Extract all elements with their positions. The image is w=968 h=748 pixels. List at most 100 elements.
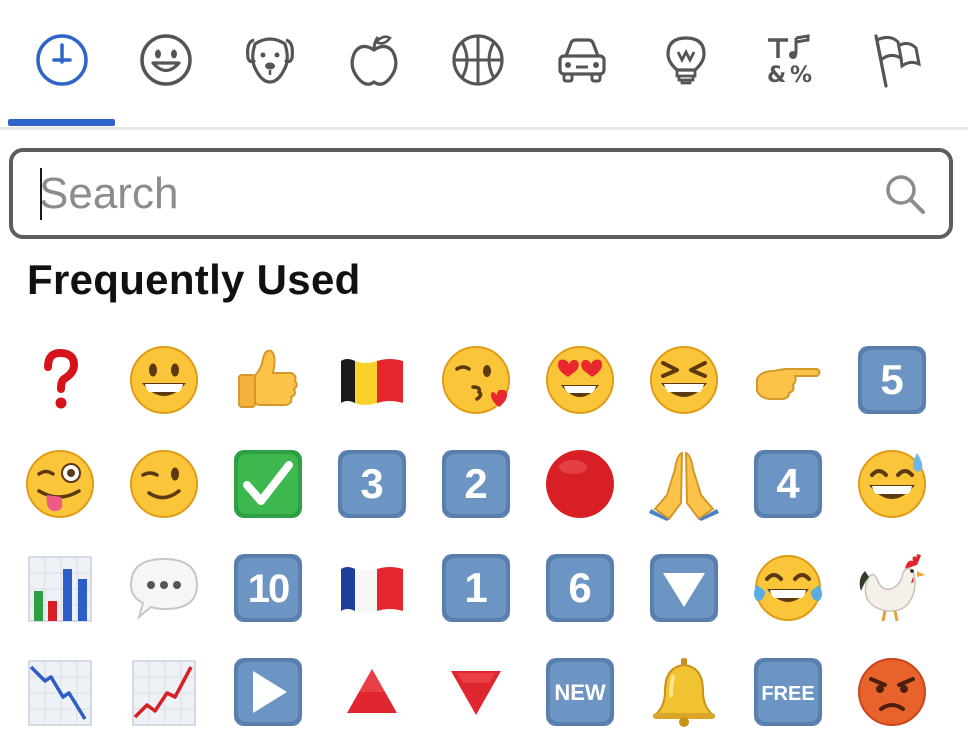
clock-icon bbox=[36, 34, 88, 86]
keycap-label: NEW bbox=[554, 680, 606, 705]
emoji-face-blowing-kiss[interactable] bbox=[424, 330, 528, 430]
red-circle-icon bbox=[546, 450, 614, 518]
emoji-backhand-pointing-right[interactable] bbox=[736, 330, 840, 430]
emoji-check-mark-button[interactable] bbox=[216, 434, 320, 534]
section-title: Frequently Used bbox=[27, 256, 361, 303]
emoji-play-button[interactable] bbox=[216, 642, 320, 742]
emoji-keycap-4[interactable]: 4 bbox=[736, 434, 840, 534]
emoji-keycap-5[interactable]: 5 bbox=[840, 330, 944, 430]
keycap-4-icon: 4 bbox=[754, 450, 822, 518]
emoji-winking-face[interactable] bbox=[112, 434, 216, 534]
bell-icon bbox=[652, 658, 716, 727]
emoji-flag-belgium[interactable] bbox=[320, 330, 424, 430]
emoji-pouting-face[interactable] bbox=[840, 642, 944, 742]
category-tab-bar: &% bbox=[0, 0, 968, 130]
emoji-flag-france[interactable] bbox=[320, 538, 424, 638]
bar-chart-icon bbox=[28, 556, 92, 622]
emoji-keycap-3[interactable]: 3 bbox=[320, 434, 424, 534]
apple-icon bbox=[350, 35, 398, 86]
check-mark-button-icon bbox=[234, 450, 302, 518]
free-button-icon: FREE bbox=[754, 658, 822, 726]
keycap-10-icon: 10 bbox=[234, 554, 302, 622]
emoji-grid: 5 3 2 4 10 1 6 NEW FREE bbox=[8, 330, 960, 748]
pouting-face-icon bbox=[858, 658, 926, 726]
emoji-keycap-2[interactable]: 2 bbox=[424, 434, 528, 534]
emoji-rooster[interactable] bbox=[840, 538, 944, 638]
grinning-squinting-icon bbox=[650, 346, 718, 414]
tab-objects[interactable] bbox=[634, 18, 738, 102]
tab-smileys-people[interactable] bbox=[114, 18, 218, 102]
france-flag-icon bbox=[341, 567, 403, 613]
emoji-downwards-button[interactable] bbox=[632, 538, 736, 638]
emoji-red-question-mark[interactable] bbox=[8, 330, 112, 430]
pointing-right-icon bbox=[756, 368, 821, 400]
keycap-label: FREE bbox=[761, 683, 814, 705]
tab-animals-nature[interactable] bbox=[218, 18, 322, 102]
keycap-label: 6 bbox=[568, 564, 591, 611]
red-question-mark-icon bbox=[44, 348, 79, 409]
red-triangle-up-icon bbox=[347, 669, 397, 713]
tab-symbols[interactable]: &% bbox=[738, 18, 842, 102]
search-icon[interactable] bbox=[883, 172, 927, 216]
emoji-grinning-sweat[interactable] bbox=[840, 434, 944, 534]
smiley-icon bbox=[140, 34, 192, 86]
car-icon bbox=[558, 38, 606, 83]
play-button-icon bbox=[234, 658, 302, 726]
emoji-grinning-squinting[interactable] bbox=[632, 330, 736, 430]
speech-balloon-icon bbox=[129, 557, 199, 620]
tab-frequently-used[interactable] bbox=[10, 18, 114, 102]
heart-eyes-icon bbox=[546, 346, 614, 414]
red-triangle-down-icon bbox=[451, 671, 501, 715]
emoji-grinning-face[interactable] bbox=[112, 330, 216, 430]
emoji-thumbs-up[interactable] bbox=[216, 330, 320, 430]
keycap-label: 1 bbox=[464, 564, 487, 611]
tab-travel-places[interactable] bbox=[530, 18, 634, 102]
grinning-face-icon bbox=[130, 346, 198, 414]
search-input[interactable] bbox=[39, 166, 859, 222]
emoji-new-button[interactable]: NEW bbox=[528, 642, 632, 742]
emoji-bell[interactable] bbox=[632, 642, 736, 742]
keycap-label: 4 bbox=[776, 460, 800, 507]
new-button-icon: NEW bbox=[546, 658, 614, 726]
emoji-heart-eyes[interactable] bbox=[528, 330, 632, 430]
thumbs-up-icon bbox=[238, 349, 298, 408]
keycap-2-icon: 2 bbox=[442, 450, 510, 518]
tab-food-drink[interactable] bbox=[322, 18, 426, 102]
chart-increasing-icon bbox=[132, 660, 196, 726]
emoji-free-button[interactable]: FREE bbox=[736, 642, 840, 742]
emoji-red-triangle-up[interactable] bbox=[320, 642, 424, 742]
tab-flags[interactable] bbox=[842, 18, 946, 102]
grinning-sweat-icon bbox=[858, 450, 926, 518]
keycap-label: 5 bbox=[880, 356, 903, 403]
keycap-6-icon: 6 bbox=[546, 554, 614, 622]
emoji-keycap-1[interactable]: 1 bbox=[424, 538, 528, 638]
emoji-winking-tongue[interactable] bbox=[8, 434, 112, 534]
emoji-red-circle[interactable] bbox=[528, 434, 632, 534]
emoji-keycap-6[interactable]: 6 bbox=[528, 538, 632, 638]
emoji-bar-chart[interactable] bbox=[8, 538, 112, 638]
folded-hands-icon bbox=[649, 451, 719, 521]
emoji-tears-of-joy[interactable] bbox=[736, 538, 840, 638]
emoji-keycap-10[interactable]: 10 bbox=[216, 538, 320, 638]
face-blowing-kiss-icon bbox=[442, 346, 510, 414]
keycap-3-icon: 3 bbox=[338, 450, 406, 518]
symbols-icon: &% bbox=[767, 34, 812, 88]
tab-activity[interactable] bbox=[426, 18, 530, 102]
downwards-button-icon bbox=[650, 554, 718, 622]
keycap-label: 10 bbox=[248, 567, 289, 611]
emoji-red-triangle-down[interactable] bbox=[424, 642, 528, 742]
keycap-label: 2 bbox=[464, 460, 487, 507]
emoji-speech-balloon[interactable] bbox=[112, 538, 216, 638]
chart-decreasing-icon bbox=[28, 660, 92, 726]
tears-of-joy-icon bbox=[754, 555, 822, 621]
emoji-chart-decreasing[interactable] bbox=[8, 642, 112, 742]
basketball-icon bbox=[452, 34, 504, 86]
selected-tab-indicator bbox=[8, 119, 115, 126]
emoji-folded-hands[interactable] bbox=[632, 434, 736, 534]
search-box[interactable] bbox=[9, 148, 953, 239]
winking-face-icon bbox=[130, 450, 198, 518]
belgium-flag-icon bbox=[341, 359, 403, 405]
keycap-1-icon: 1 bbox=[442, 554, 510, 622]
emoji-chart-increasing[interactable] bbox=[112, 642, 216, 742]
svg-text:&: & bbox=[767, 63, 786, 88]
